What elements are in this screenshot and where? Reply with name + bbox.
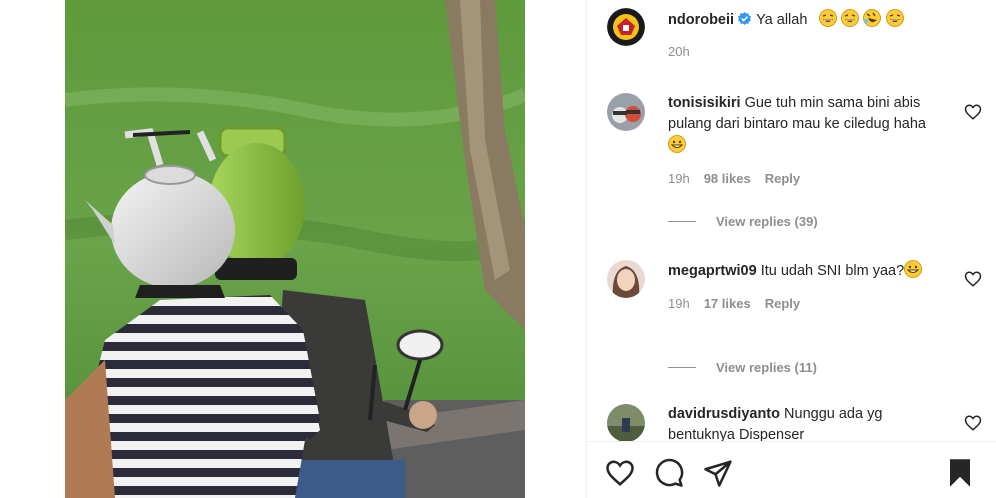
verified-badge-icon xyxy=(738,12,752,25)
view-replies-label[interactable]: View replies (39) xyxy=(716,214,818,229)
post-caption: ndorobeii Ya allah 20h xyxy=(607,8,986,70)
rofl-emoji-icon xyxy=(863,9,882,27)
comment-time[interactable]: 19h xyxy=(668,171,690,186)
comment-item: davidrusdiyanto Nunggu ada yg bentuknya … xyxy=(607,404,982,441)
comment-like-icon[interactable] xyxy=(964,103,982,121)
comment-text: Itu udah SNI blm yaa? xyxy=(760,263,905,279)
comment-username[interactable]: davidrusdiyanto xyxy=(668,406,780,422)
view-replies-label[interactable]: View replies (11) xyxy=(716,360,817,375)
comment-like-icon[interactable] xyxy=(964,414,982,432)
user-photo-icon xyxy=(607,404,645,441)
garuda-logo-icon xyxy=(607,8,645,46)
share-icon[interactable] xyxy=(703,458,733,488)
comments-panel: ndorobeii Ya allah 20h tonisisikiri Gue … xyxy=(587,0,996,498)
laughing-emoji-icon xyxy=(819,9,838,27)
comment-item: tonisisikiri Gue tuh min sama bini abis … xyxy=(607,93,982,186)
comment-username[interactable]: megaprtwi09 xyxy=(668,263,757,279)
media-gutter xyxy=(0,0,65,498)
media-gutter xyxy=(525,0,587,498)
post-modal: ndorobeii Ya allah 20h tonisisikiri Gue … xyxy=(0,0,996,498)
reply-button[interactable]: Reply xyxy=(765,296,800,311)
grinning-emoji-icon xyxy=(904,260,923,278)
laughing-emoji-icon xyxy=(885,9,904,27)
view-replies-button[interactable]: View replies (11) xyxy=(668,360,817,375)
user-photo-icon xyxy=(607,93,645,131)
rider-hand xyxy=(409,401,437,429)
caption-time[interactable]: 20h xyxy=(668,44,904,59)
comment-icon[interactable] xyxy=(654,458,684,488)
avatar[interactable] xyxy=(607,8,645,46)
like-icon[interactable] xyxy=(605,458,635,488)
save-icon[interactable] xyxy=(945,458,975,488)
post-action-bar xyxy=(587,441,996,498)
laughing-emoji-icon xyxy=(841,9,860,27)
view-replies-button[interactable]: View replies (39) xyxy=(668,214,818,229)
video-frame xyxy=(65,0,525,498)
post-video[interactable] xyxy=(65,0,525,498)
side-mirror xyxy=(396,329,444,361)
reply-button[interactable]: Reply xyxy=(765,171,800,186)
avatar[interactable] xyxy=(607,260,645,298)
user-photo-icon xyxy=(607,260,645,298)
divider-line xyxy=(668,221,696,222)
avatar[interactable] xyxy=(607,93,645,131)
comment-like-icon[interactable] xyxy=(964,270,982,288)
comment-likes[interactable]: 98 likes xyxy=(704,171,751,186)
comment-time[interactable]: 19h xyxy=(668,296,690,311)
avatar[interactable] xyxy=(607,404,645,441)
divider-line xyxy=(668,367,696,368)
caption-username[interactable]: ndorobeii xyxy=(668,12,734,28)
comment-likes[interactable]: 17 likes xyxy=(704,296,751,311)
comment-item: megaprtwi09 Itu udah SNI blm yaa? 19h 17… xyxy=(607,260,982,311)
comment-username[interactable]: tonisisikiri xyxy=(668,95,741,111)
grinning-emoji-icon xyxy=(668,135,686,153)
caption-text: Ya allah xyxy=(756,12,808,28)
